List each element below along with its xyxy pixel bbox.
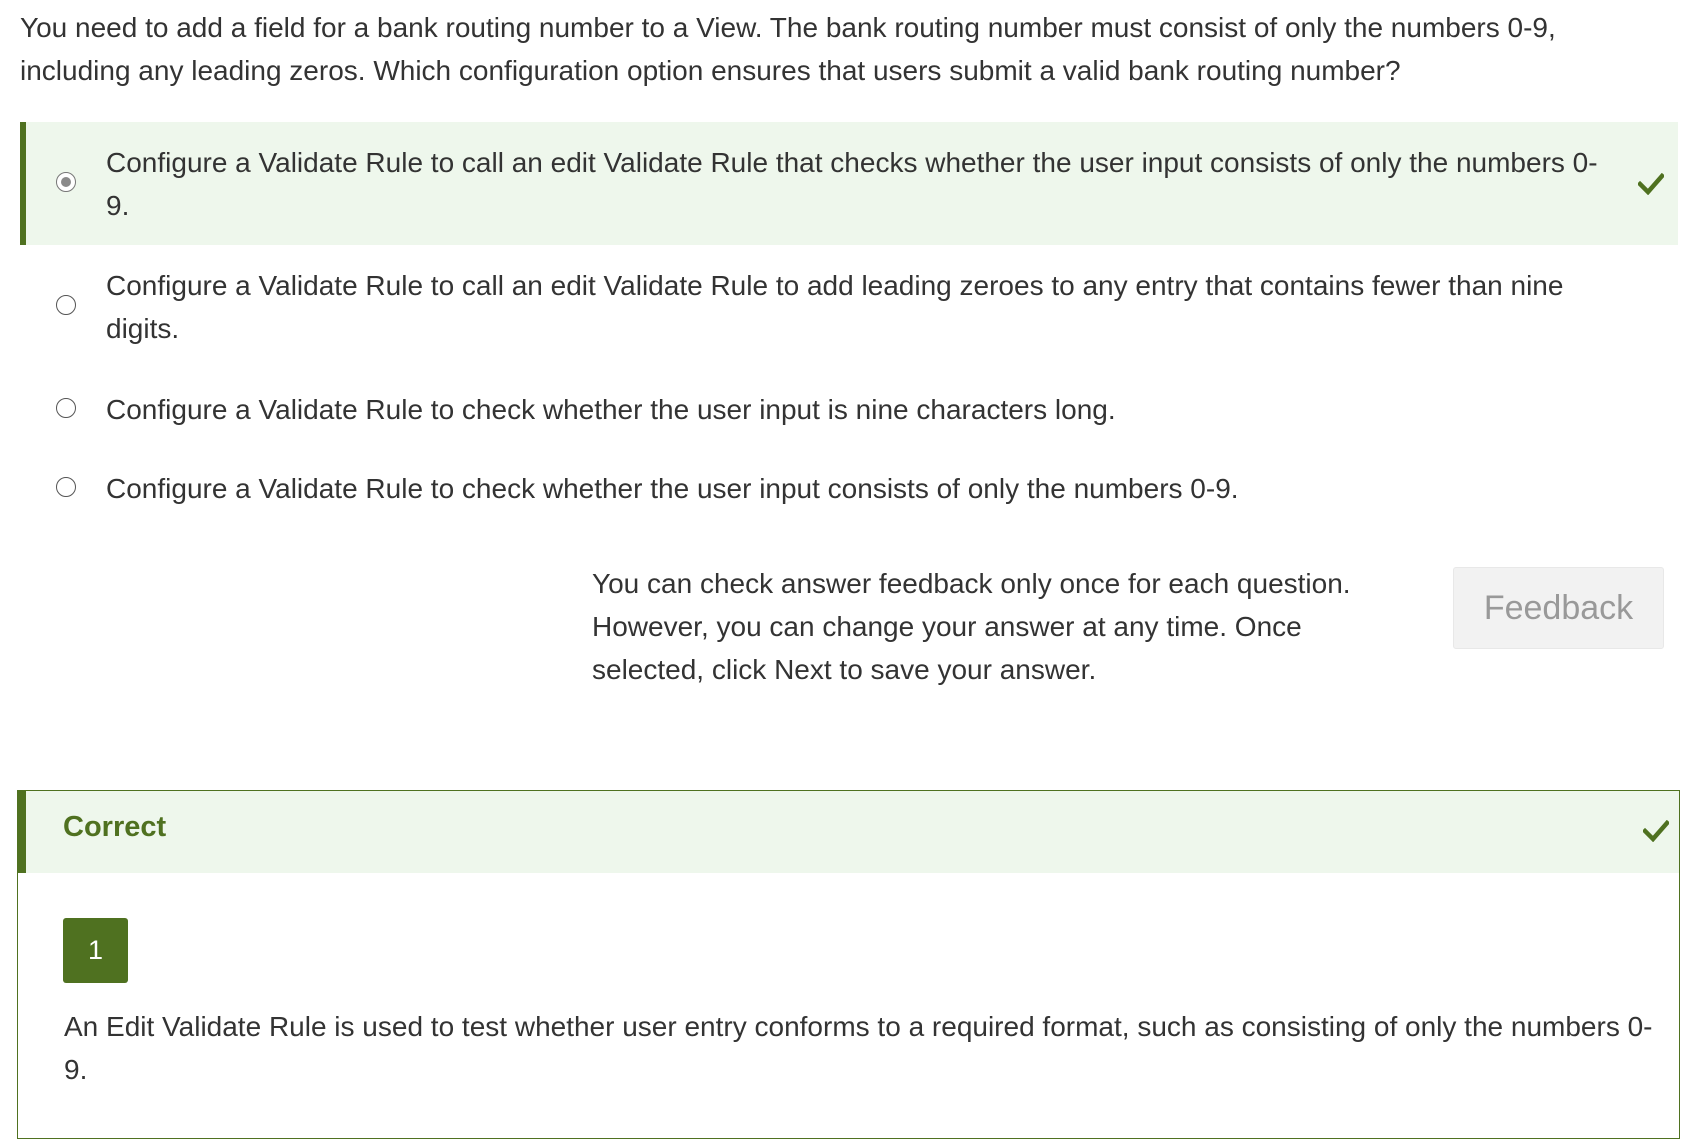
quiz-page: You need to add a field for a bank routi… (0, 0, 1687, 1141)
answer-option-label: Configure a Validate Rule to check wheth… (106, 394, 1116, 425)
feedback-note: You can check answer feedback only once … (592, 568, 1351, 685)
result-panel: Correct 1 An Edit Validate Rule is used … (17, 790, 1680, 1139)
feedback-button[interactable]: Feedback (1453, 567, 1664, 649)
answer-option-3[interactable]: Configure a Validate Rule to check wheth… (20, 388, 1678, 432)
result-title: Correct (63, 811, 167, 843)
radio-button[interactable] (56, 398, 76, 418)
result-number-badge: 1 (63, 918, 128, 983)
answer-option-1[interactable]: Configure a Validate Rule to call an edi… (20, 122, 1678, 245)
answer-option-4[interactable]: Configure a Validate Rule to check wheth… (20, 467, 1678, 511)
radio-button[interactable] (56, 295, 76, 315)
radio-button[interactable] (56, 477, 76, 497)
answer-option-label: Configure a Validate Rule to call an edi… (106, 270, 1564, 344)
check-icon (1643, 820, 1669, 842)
result-explanation: An Edit Validate Rule is used to test wh… (64, 1011, 1653, 1085)
result-header: Correct (18, 791, 1679, 873)
answer-option-2[interactable]: Configure a Validate Rule to call an edi… (20, 258, 1678, 354)
check-icon (1638, 173, 1664, 195)
question-text: You need to add a field for a bank routi… (20, 12, 1556, 86)
answer-option-label: Configure a Validate Rule to call an edi… (106, 147, 1598, 221)
radio-button-selected[interactable] (56, 172, 76, 192)
answer-option-label: Configure a Validate Rule to check wheth… (106, 473, 1239, 504)
radio-dot (60, 176, 71, 187)
